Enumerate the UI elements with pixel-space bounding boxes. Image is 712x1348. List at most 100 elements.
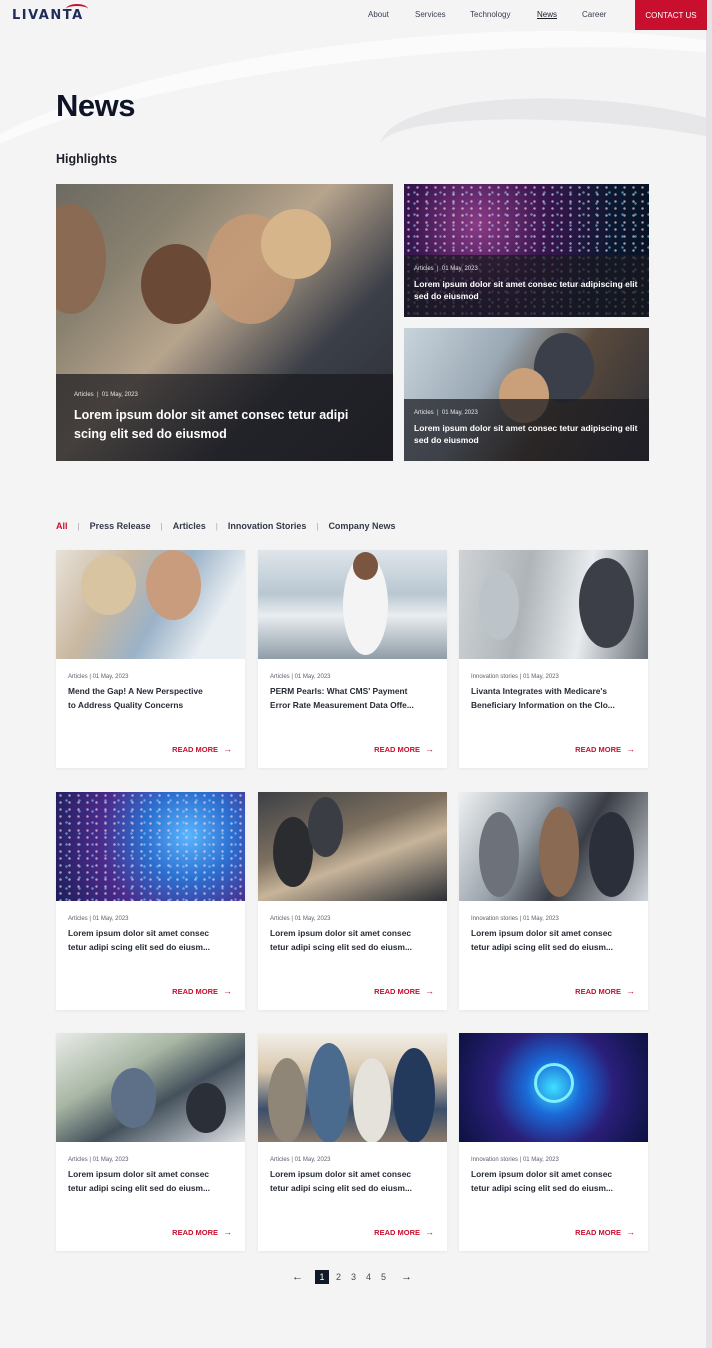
card-category: Articles [270,674,290,680]
read-more-link[interactable]: READ MORE → [172,986,232,996]
filter-all[interactable]: All [56,521,68,531]
card-meta: Articles | 01 May, 2023 [270,916,331,922]
news-card[interactable]: Articles | 01 May, 2023 Mend the Gap! A … [56,550,245,768]
card-meta: Articles | 01 May, 2023 [68,674,129,680]
card-title: Lorem ipsum dolor sit amet consec tetur a… [68,1167,233,1197]
card-category: Articles [68,674,88,680]
card-title: Lorem ipsum dolor sit amet consec tetur a… [270,1167,435,1197]
arrow-right-icon: → [626,744,635,754]
highlight-date: 01 May, 2023 [441,266,478,272]
photo-person [589,812,634,897]
filter-divider: | [77,521,80,531]
news-card[interactable]: Articles | 01 May, 2023 PERM Pearls: Wha… [258,550,447,768]
card-date: 01 May, 2023 [92,1157,129,1163]
card-date: 01 May, 2023 [294,916,331,922]
nav-news[interactable]: News [537,10,557,19]
photo-person [261,209,331,279]
nav-technology[interactable]: Technology [470,10,510,19]
page-2[interactable]: 2 [331,1272,346,1282]
arrow-right-icon: → [626,986,635,996]
news-card[interactable]: Articles | 01 May, 2023 Lorem ipsum dolo… [56,792,245,1010]
highlight-meta: Articles | 01 May, 2023 [414,266,478,272]
read-more-label: READ MORE [575,986,621,996]
photo-person [308,1043,350,1142]
page-scrollbar[interactable] [706,0,712,1348]
news-card[interactable]: Articles | 01 May, 2023 Lorem ipsum dolo… [56,1033,245,1251]
filter-company-news[interactable]: Company News [328,521,395,531]
card-title: Lorem ipsum dolor sit amet consec tetur a… [270,926,435,956]
read-more-label: READ MORE [374,744,420,754]
page-4[interactable]: 4 [361,1272,376,1282]
arrow-right-icon: → [626,1227,635,1237]
pagination: ← 1 2 3 4 5 → [292,1270,412,1284]
news-card[interactable]: Articles | 01 May, 2023 Lorem ipsum dolo… [258,792,447,1010]
card-image [56,792,245,901]
read-more-link[interactable]: READ MORE → [172,1227,232,1237]
read-more-link[interactable]: READ MORE → [575,986,635,996]
card-meta: Articles | 01 May, 2023 [270,1157,331,1163]
page-1[interactable]: 1 [315,1270,329,1284]
page-5[interactable]: 5 [376,1272,391,1282]
news-card[interactable]: Innovation stories | 01 May, 2023 Livant… [459,550,648,768]
highlight-overlay: Articles | 01 May, 2023 Lorem ipsum dolo… [56,374,393,461]
read-more-label: READ MORE [374,986,420,996]
page-3[interactable]: 3 [346,1272,361,1282]
read-more-link[interactable]: READ MORE → [575,1227,635,1237]
card-title-line: Mend the Gap! A New Perspective [68,686,203,696]
highlight-card-top[interactable]: Articles | 01 May, 2023 Lorem ipsum dolo… [404,184,649,317]
card-category: Innovation stories [471,1157,519,1163]
read-more-label: READ MORE [172,986,218,996]
photo-person [273,817,313,887]
news-card[interactable]: Innovation stories | 01 May, 2023 Lorem … [459,792,648,1010]
photo-person [579,558,634,648]
nav-about[interactable]: About [368,10,389,19]
highlight-card-bottom[interactable]: Articles | 01 May, 2023 Lorem ipsum dolo… [404,328,649,461]
read-more-link[interactable]: READ MORE → [374,1227,434,1237]
card-title-line: Lorem ipsum dolor sit amet consec [270,928,412,938]
nav-career[interactable]: Career [582,10,606,19]
arrow-right-icon[interactable]: → [401,1271,412,1283]
filter-articles[interactable]: Articles [173,521,206,531]
arrow-right-icon: → [425,1227,434,1237]
nav-services[interactable]: Services [415,10,446,19]
highlight-card-main[interactable]: Articles | 01 May, 2023 Lorem ipsum dolo… [56,184,393,461]
card-date: 01 May, 2023 [522,916,559,922]
card-meta: Articles | 01 May, 2023 [270,674,331,680]
card-title-line: Error Rate Measurement Data Offe... [270,700,414,711]
contact-us-button[interactable]: CONTACT US [635,0,707,30]
card-title-line: Beneficiary Information on the Clo... [471,700,615,711]
card-image [258,550,447,659]
card-meta: Articles | 01 May, 2023 [68,916,129,922]
card-title-line: PERM Pearls: What CMS' Payment [270,686,408,696]
filter-press-release[interactable]: Press Release [90,521,151,531]
card-title-line: Lorem ipsum dolor sit amet consec [68,1169,210,1179]
filter-innovation-stories[interactable]: Innovation Stories [228,521,307,531]
card-title-line: tetur adipi scing elit sed do eiusm... [270,1183,412,1194]
filter-divider: | [215,521,218,531]
card-category: Articles [270,916,290,922]
card-image [459,550,648,659]
read-more-label: READ MORE [374,1227,420,1237]
read-more-link[interactable]: READ MORE → [172,744,232,754]
highlight-category: Articles [414,266,434,272]
news-card[interactable]: Articles | 01 May, 2023 Lorem ipsum dolo… [258,1033,447,1251]
photo-person [81,555,136,615]
logo[interactable]: LIVANTA [12,4,88,23]
card-title: Lorem ipsum dolor sit amet consec tetur a… [68,926,233,956]
read-more-link[interactable]: READ MORE → [575,744,635,754]
highlight-meta: Articles | 01 May, 2023 [74,392,138,398]
news-card[interactable]: Innovation stories | 01 May, 2023 Lorem … [459,1033,648,1251]
card-title-line: tetur adipi scing elit sed do eiusm... [68,942,210,953]
card-title: Mend the Gap! A New Perspective to Addres… [68,684,233,714]
card-image [258,1033,447,1142]
read-more-link[interactable]: READ MORE → [374,986,434,996]
read-more-link[interactable]: READ MORE → [374,744,434,754]
cloud-icon [534,1063,574,1103]
highlight-category: Articles [74,392,94,398]
arrow-left-icon[interactable]: ← [292,1271,303,1283]
card-category: Articles [68,1157,88,1163]
photo-person [539,807,579,897]
card-image [258,792,447,901]
read-more-label: READ MORE [575,1227,621,1237]
card-title: Lorem ipsum dolor sit amet consec tetur a… [471,926,636,956]
